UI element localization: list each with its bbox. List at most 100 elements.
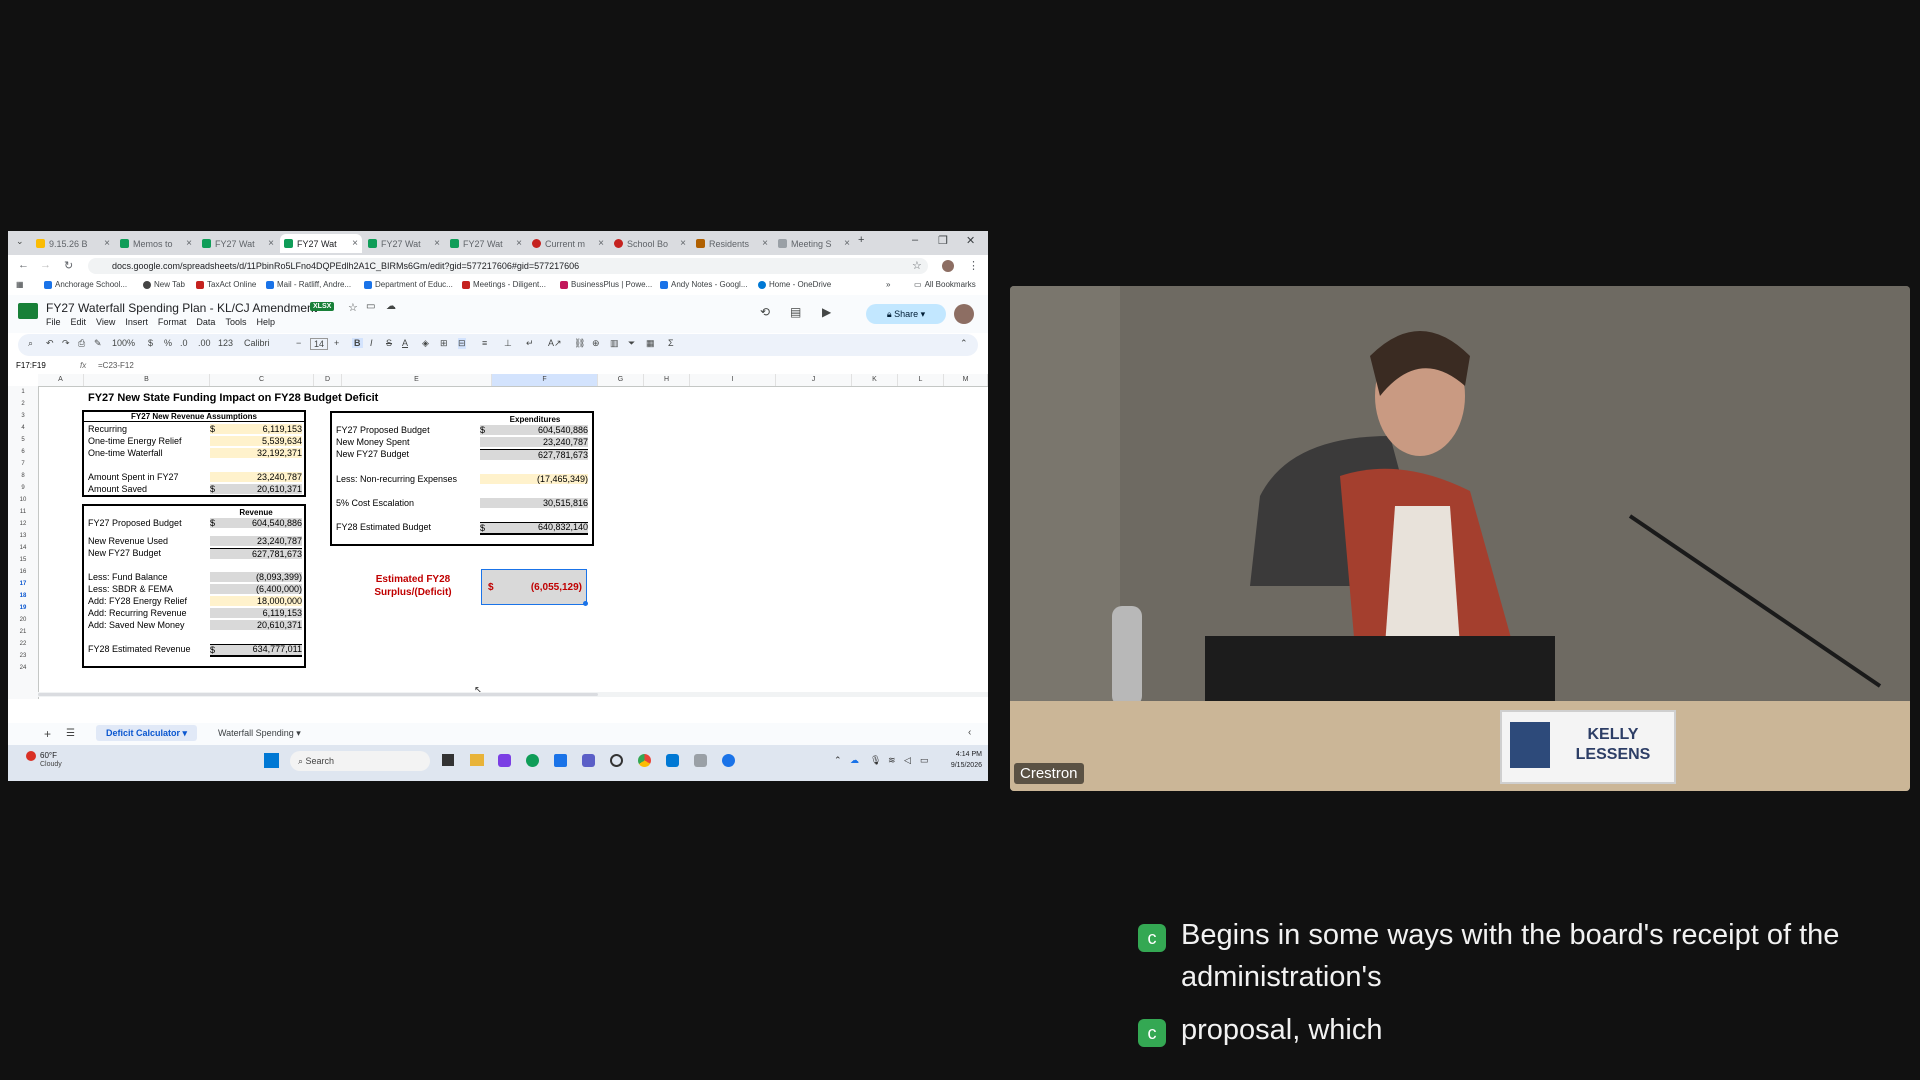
menu-file[interactable]: File <box>46 317 61 327</box>
comments-icon[interactable]: ▤ <box>790 305 801 319</box>
column-header[interactable]: L <box>898 374 944 386</box>
onedrive-icon[interactable]: ☁ <box>850 755 859 766</box>
horizontal-scrollbar[interactable] <box>38 692 988 697</box>
browser-tab[interactable]: School Bo × <box>610 234 690 253</box>
assumption-label[interactable]: Recurring <box>88 424 127 434</box>
overflow-chevron-icon[interactable]: » <box>886 280 890 289</box>
sheets-logo-icon[interactable] <box>18 303 38 319</box>
row-header[interactable]: 24 <box>8 665 38 671</box>
assumption-label[interactable]: Amount Spent in FY27 <box>88 472 179 482</box>
row-header[interactable]: 14 <box>8 545 38 551</box>
revenue-value[interactable]: 23,240,787 <box>210 536 302 546</box>
decrease-decimal-button[interactable]: .0 <box>180 338 188 348</box>
column-header[interactable]: K <box>852 374 898 386</box>
menu-view[interactable]: View <box>96 317 115 327</box>
row-header[interactable]: 1 <box>8 389 38 395</box>
revenue-label[interactable]: Add: FY28 Energy Relief <box>88 596 187 606</box>
bookmark-item[interactable]: Andy Notes - Googl... <box>660 280 747 289</box>
app-icon[interactable] <box>694 754 707 767</box>
browser-tab[interactable]: FY27 Wat × <box>198 234 278 253</box>
meet-icon[interactable]: ▶ <box>822 305 831 319</box>
expenditure-label[interactable]: FY27 Proposed Budget <box>336 425 430 435</box>
row-header[interactable]: 9 <box>8 485 38 491</box>
clock-time[interactable]: 4:14 PM <box>938 751 982 758</box>
scroll-tabs-icon[interactable]: ‹ <box>968 727 971 738</box>
minimize-icon[interactable]: – <box>912 234 918 246</box>
reload-icon[interactable]: ↻ <box>64 259 73 272</box>
wrap-icon[interactable]: ↵ <box>526 338 534 349</box>
revenue-label[interactable]: Less: SBDR & FEMA <box>88 584 173 594</box>
close-icon[interactable]: × <box>762 238 768 249</box>
menu-format[interactable]: Format <box>158 317 187 327</box>
taskbar-search[interactable]: ⌕ Search <box>290 751 430 771</box>
browser-tab[interactable]: 9.15.26 B × <box>32 234 114 253</box>
spreadsheet-grid[interactable]: A B C D E F G H I J K L M 1 2 3 4 5 6 7 … <box>8 374 988 699</box>
close-icon[interactable]: × <box>352 238 358 249</box>
zoom-select[interactable]: 100% <box>112 338 135 348</box>
row-header[interactable]: 23 <box>8 653 38 659</box>
bookmark-item[interactable]: Department of Educ... <box>364 280 453 289</box>
row-header[interactable]: 22 <box>8 641 38 647</box>
assumption-value[interactable]: 6,119,153 <box>210 424 302 434</box>
revenue-label[interactable]: FY28 Estimated Revenue <box>88 644 191 654</box>
close-icon[interactable]: × <box>104 238 110 249</box>
bold-button[interactable]: B <box>352 338 363 348</box>
column-header-selected[interactable]: F <box>492 374 598 386</box>
window-close-icon[interactable]: ✕ <box>966 234 975 247</box>
bookmark-item[interactable]: Meetings - Diligent... <box>462 280 546 289</box>
assumption-label[interactable]: One-time Energy Relief <box>88 436 182 446</box>
text-color-button[interactable]: A <box>402 338 408 348</box>
column-header[interactable]: D <box>314 374 342 386</box>
scrollbar-thumb[interactable] <box>38 693 598 696</box>
weather-alert-icon[interactable] <box>26 751 36 761</box>
bookmark-item[interactable]: TaxAct Online <box>196 280 256 289</box>
expenditure-label[interactable]: FY28 Estimated Budget <box>336 522 431 532</box>
expenditure-value[interactable]: 604,540,886 <box>480 425 588 435</box>
sheet-title[interactable]: FY27 New State Funding Impact on FY28 Bu… <box>88 392 378 404</box>
revenue-value[interactable]: 634,777,011 <box>210 644 302 654</box>
browser-tab[interactable]: Residents × <box>692 234 772 253</box>
bookmark-item[interactable]: Mail - Ratliff, Andre... <box>266 280 351 289</box>
revenue-label[interactable]: FY27 Proposed Budget <box>88 518 182 528</box>
browser-tab[interactable]: Current m × <box>528 234 608 253</box>
fill-color-icon[interactable]: ◈ <box>422 338 429 349</box>
row-header[interactable]: 7 <box>8 461 38 467</box>
filter-icon[interactable]: ⏷ <box>628 338 635 349</box>
browser-tab[interactable]: FY27 Wat × <box>364 234 444 253</box>
close-icon[interactable]: × <box>434 238 440 249</box>
app-icon[interactable] <box>498 754 511 767</box>
assumption-value[interactable]: 5,539,634 <box>210 436 302 446</box>
weather-temp[interactable]: 60°F <box>40 751 57 760</box>
revenue-label[interactable]: Add: Recurring Revenue <box>88 608 187 618</box>
row-header[interactable]: 21 <box>8 629 38 635</box>
revenue-value[interactable]: 6,119,153 <box>210 608 302 618</box>
italic-button[interactable]: I <box>370 338 373 348</box>
column-header[interactable]: E <box>342 374 492 386</box>
surplus-label-line1[interactable]: Estimated FY28 <box>348 574 478 585</box>
back-icon[interactable]: ← <box>18 259 29 271</box>
close-icon[interactable]: × <box>516 238 522 249</box>
expenditure-value[interactable]: 640,832,140 <box>480 522 588 532</box>
revenue-label[interactable]: New FY27 Budget <box>88 548 161 558</box>
menu-edit[interactable]: Edit <box>71 317 87 327</box>
cloud-status-icon[interactable]: ☁ <box>386 301 396 312</box>
column-header[interactable]: M <box>944 374 988 386</box>
row-header[interactable]: 15 <box>8 557 38 563</box>
add-sheet-icon[interactable]: + <box>44 727 51 741</box>
revenue-value[interactable]: 20,610,371 <box>210 620 302 630</box>
browser-tab-active[interactable]: FY27 Wat × <box>280 234 362 253</box>
tray-chevron-icon[interactable]: ⌃ <box>834 755 842 766</box>
row-header[interactable]: 6 <box>8 449 38 455</box>
revenue-label[interactable]: New Revenue Used <box>88 536 168 546</box>
revenue-value[interactable]: (8,093,399) <box>210 572 302 582</box>
star-icon[interactable]: ☆ <box>348 301 358 314</box>
row-header[interactable]: 8 <box>8 473 38 479</box>
task-view-icon[interactable] <box>442 754 454 766</box>
expenditures-header[interactable]: Expenditures <box>480 415 590 424</box>
row-header[interactable]: 2 <box>8 401 38 407</box>
font-size-decrease[interactable]: − <box>296 338 301 348</box>
row-header[interactable]: 5 <box>8 437 38 443</box>
windows-start-icon[interactable] <box>264 753 279 768</box>
share-button[interactable]: 🔒︎ Share ▾ <box>866 304 946 324</box>
column-header[interactable]: C <box>210 374 314 386</box>
